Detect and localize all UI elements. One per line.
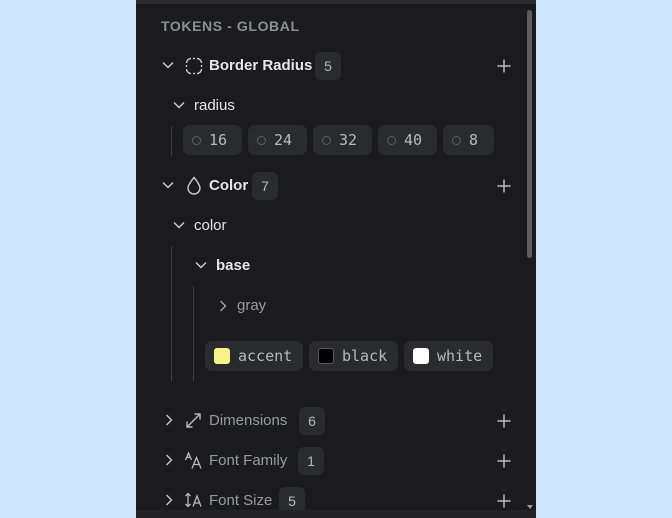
token-dot-icon <box>192 135 201 145</box>
chevron-right-icon[interactable] <box>216 299 230 313</box>
add-color-button[interactable] <box>496 178 512 194</box>
tree-guide-line <box>171 126 172 156</box>
color-group-label[interactable]: color <box>194 217 227 234</box>
scroll-down-arrow-icon[interactable] <box>527 505 533 509</box>
panel-top-border <box>136 0 536 4</box>
panel-bottom-bar <box>136 510 536 518</box>
color-token-pill[interactable]: accent <box>205 341 303 371</box>
chevron-right-icon[interactable] <box>162 453 176 467</box>
chevron-down-icon[interactable] <box>194 258 208 272</box>
radius-token-value: 16 <box>209 131 228 149</box>
font-family-icon <box>184 451 204 470</box>
chevron-down-icon[interactable] <box>172 98 186 112</box>
token-dot-icon <box>387 135 396 145</box>
font-family-label[interactable]: Font Family <box>209 452 287 469</box>
token-dot-icon <box>452 135 461 145</box>
color-token-label: accent <box>238 347 293 365</box>
chevron-right-icon[interactable] <box>162 413 176 427</box>
radius-token-value: 24 <box>274 131 293 149</box>
add-font-size-button[interactable] <box>496 493 512 509</box>
chevron-down-icon[interactable] <box>161 58 175 72</box>
border-radius-label[interactable]: Border Radius <box>209 57 312 74</box>
scrollbar-thumb[interactable] <box>527 10 532 258</box>
radius-token-pill[interactable]: 16 <box>183 125 242 155</box>
color-token-pill[interactable]: black <box>309 341 398 371</box>
radius-token-value: 40 <box>404 131 423 149</box>
add-border-radius-button[interactable] <box>496 58 512 74</box>
color-swatch <box>214 348 230 364</box>
radius-token-pill[interactable]: 8 <box>443 125 494 155</box>
tokens-panel: TOKENS - GLOBAL Border Radius 5 radius 1… <box>136 0 536 518</box>
tree-guide-line <box>193 286 194 381</box>
radius-token-pill[interactable]: 32 <box>313 125 372 155</box>
radius-group-label[interactable]: radius <box>194 97 235 114</box>
chevron-down-icon[interactable] <box>161 178 175 192</box>
radius-token-pill[interactable]: 40 <box>378 125 437 155</box>
token-dot-icon <box>257 135 266 145</box>
tree-guide-line <box>171 246 172 381</box>
radius-token-value: 32 <box>339 131 358 149</box>
border-radius-count-badge: 5 <box>315 52 341 80</box>
color-count-badge: 7 <box>252 172 278 200</box>
color-token-label: black <box>342 347 388 365</box>
base-subgroup-label[interactable]: base <box>216 257 250 274</box>
color-swatch <box>413 348 429 364</box>
token-dot-icon <box>322 135 331 145</box>
border-radius-icon <box>185 57 203 75</box>
dimensions-count-badge: 6 <box>299 407 325 435</box>
add-font-family-button[interactable] <box>496 453 512 469</box>
color-swatch <box>318 348 334 364</box>
font-size-label[interactable]: Font Size <box>209 492 272 509</box>
section-title: TOKENS - GLOBAL <box>161 18 300 34</box>
dimensions-label[interactable]: Dimensions <box>209 412 287 429</box>
gray-group-label[interactable]: gray <box>237 297 266 314</box>
chevron-down-icon[interactable] <box>172 218 186 232</box>
color-label[interactable]: Color <box>209 177 248 194</box>
chevron-right-icon[interactable] <box>162 493 176 507</box>
font-size-icon <box>184 492 204 508</box>
dimensions-icon <box>185 412 202 429</box>
radius-token-value: 8 <box>469 131 479 149</box>
color-token-pill[interactable]: white <box>404 341 493 371</box>
radius-token-pill[interactable]: 24 <box>248 125 307 155</box>
add-dimensions-button[interactable] <box>496 413 512 429</box>
font-family-count-badge: 1 <box>298 447 324 475</box>
color-token-label: white <box>437 347 483 365</box>
color-drop-icon <box>186 176 202 195</box>
